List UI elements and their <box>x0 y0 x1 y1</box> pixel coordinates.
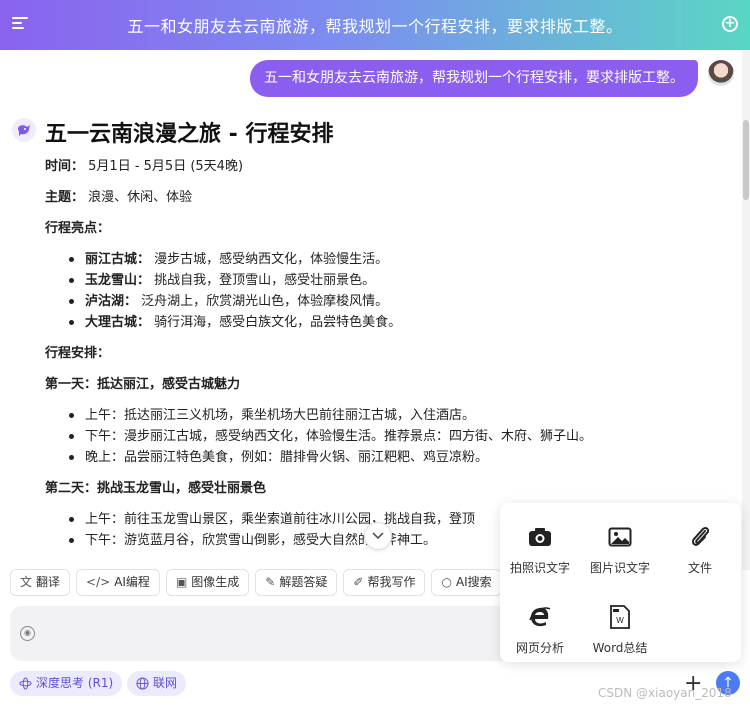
highlight-desc: 挑战自我，登顶雪山，感受壮丽景色。 <box>154 273 376 288</box>
list-item: 晚上：品尝丽江特色美食，例如：腊排骨火锅、丽江粑粑、鸡豆凉粉。 <box>67 447 735 468</box>
attachment-popup: 拍照识文字 图片识文字 文件 网页分析 W Word总结 <box>500 503 741 662</box>
highlight-name: 丽江古城： <box>85 252 151 267</box>
highlight-name: 泸沽湖： <box>85 294 138 309</box>
picture-icon <box>608 527 632 547</box>
answer-theme: 主题： 浪漫、休闲、体验 <box>45 187 735 208</box>
photo-ocr-option[interactable]: 拍照识文字 <box>500 521 580 576</box>
highlight-name: 玉龙雪山： <box>85 273 151 288</box>
schedule-label: 行程安排： <box>45 346 111 361</box>
translate-button[interactable]: 文翻译 <box>10 569 71 596</box>
user-message-bubble: 五一和女朋友去云南旅游，帮我规划一个行程安排，要求排版工整。 <box>250 60 698 97</box>
code-icon: </> <box>86 575 111 589</box>
file-label: 文件 <box>687 561 712 575</box>
problem-solving-button[interactable]: ✎ 解题答疑 <box>255 569 338 596</box>
answer-time: 时间： 5月1日 - 5月5日 (5天4晚) <box>45 156 735 177</box>
time-value: 5月1日 - 5月5日 (5天4晚) <box>88 159 244 174</box>
highlight-name: 大理古城： <box>85 315 151 330</box>
image-ocr-option[interactable]: 图片识文字 <box>580 521 660 576</box>
globe-icon <box>136 677 149 690</box>
image-generation-label: 图像生成 <box>191 575 240 589</box>
ai-coding-label: AI编程 <box>114 575 150 589</box>
watermark: CSDN @xiaoyan_2018 <box>598 686 732 700</box>
image-ocr-label: 图片识文字 <box>589 561 650 575</box>
menu-icon[interactable] <box>12 17 28 31</box>
svg-text:W: W <box>616 616 624 625</box>
web-analysis-option[interactable]: 网页分析 <box>500 601 580 656</box>
scroll-down-button[interactable] <box>364 522 392 550</box>
ai-search-label: AI搜索 <box>455 575 492 589</box>
list-item: 丽江古城： 漫步古城，感受纳西文化，体验慢生活。 <box>67 249 735 270</box>
search-icon: ○ <box>441 575 452 589</box>
writing-label: 帮我写作 <box>367 575 416 589</box>
highlight-desc: 漫步古城，感受纳西文化，体验慢生活。 <box>154 252 389 267</box>
time-label: 时间： <box>45 159 85 174</box>
list-item: 玉龙雪山： 挑战自我，登顶雪山，感受壮丽景色。 <box>67 270 735 291</box>
day1-title: 第一天：抵达丽江，感受古城魅力 <box>45 377 241 392</box>
word-document-icon: W <box>610 605 630 629</box>
list-item: 大理古城： 骑行洱海，感受白族文化，品尝特色美食。 <box>67 312 735 333</box>
theme-value: 浪漫、休闲、体验 <box>88 190 193 205</box>
translate-icon: 文 <box>20 575 33 589</box>
day2-title: 第二天：挑战玉龙雪山，感受壮丽景色 <box>45 481 267 496</box>
ai-search-button[interactable]: ○ AI搜索 <box>431 569 502 596</box>
list-item: 泸沽湖： 泛舟湖上，欣赏湖光山色，体验摩梭风情。 <box>67 291 735 312</box>
problem-solving-label: 解题答疑 <box>279 575 328 589</box>
answer-icon: ✎ <box>265 575 276 589</box>
web-search-toggle[interactable]: 联网 <box>127 671 187 696</box>
highlights-heading: 行程亮点： <box>45 218 735 239</box>
deep-think-label: 深度思考 (R1) <box>36 676 114 690</box>
voice-icon[interactable]: ◉ <box>20 626 35 641</box>
deep-think-toggle[interactable]: 深度思考 (R1) <box>10 671 123 696</box>
message-input[interactable] <box>44 620 494 648</box>
top-bar: 五一和女朋友去云南旅游，帮我规划一个行程安排，要求排版工整。 + <box>0 0 750 50</box>
list-item: 上午：抵达丽江三义机场，乘坐机场大巴前往丽江古城，入住酒店。 <box>67 405 735 426</box>
theme-label: 主题： <box>45 190 85 205</box>
web-label: 联网 <box>153 676 178 690</box>
user-avatar <box>708 60 734 86</box>
schedule-heading: 行程安排： <box>45 343 735 364</box>
translate-label: 翻译 <box>36 575 61 589</box>
image-icon: ▣ <box>175 575 188 589</box>
browser-e-icon <box>529 607 551 627</box>
day1-list: 上午：抵达丽江三义机场，乘坐机场大巴前往丽江古城，入住酒店。 下午：漫步丽江古城… <box>67 405 735 468</box>
day2-heading: 第二天：挑战玉龙雪山，感受壮丽景色 <box>45 478 735 499</box>
chevron-down-icon <box>372 532 384 540</box>
atom-icon <box>19 677 32 690</box>
conversation-title: 五一和女朋友去云南旅游，帮我规划一个行程安排，要求排版工整。 <box>127 17 623 36</box>
scrollbar[interactable] <box>742 50 750 570</box>
scrollbar-thumb[interactable] <box>743 120 749 200</box>
highlights-list: 丽江古城： 漫步古城，感受纳西文化，体验慢生活。 玉龙雪山： 挑战自我，登顶雪山… <box>67 249 735 333</box>
web-analysis-label: 网页分析 <box>515 641 564 655</box>
day1-heading: 第一天：抵达丽江，感受古城魅力 <box>45 374 735 395</box>
photo-ocr-label: 拍照识文字 <box>509 561 570 575</box>
pen-icon: ✐ <box>353 575 364 589</box>
writing-button[interactable]: ✐ 帮我写作 <box>343 569 426 596</box>
file-option[interactable]: 文件 <box>660 521 740 576</box>
assistant-logo-icon <box>18 125 30 136</box>
quick-tools-toolbar: 文翻译 </> AI编程 ▣ 图像生成 ✎ 解题答疑 ✐ 帮我写作 ○ AI搜索 <box>10 569 502 596</box>
word-summary-option[interactable]: W Word总结 <box>580 601 660 656</box>
image-generation-button[interactable]: ▣ 图像生成 <box>165 569 250 596</box>
highlights-label: 行程亮点： <box>45 221 111 236</box>
list-item: 下午：漫步丽江古城，感受纳西文化，体验慢生活。推荐景点：四方街、木府、狮子山。 <box>67 426 735 447</box>
highlight-desc: 泛舟湖上，欣赏湖光山色，体验摩梭风情。 <box>141 294 389 309</box>
highlight-desc: 骑行洱海，感受白族文化，品尝特色美食。 <box>154 315 402 330</box>
camera-icon <box>529 528 551 546</box>
assistant-answer: 五一云南浪漫之旅 - 行程安排 时间： 5月1日 - 5月5日 (5天4晚) 主… <box>45 120 735 561</box>
new-chat-icon[interactable]: + <box>722 16 738 32</box>
answer-title: 五一云南浪漫之旅 - 行程安排 <box>45 122 334 147</box>
ai-coding-button[interactable]: </> AI编程 <box>76 569 160 596</box>
word-summary-label: Word总结 <box>592 641 648 655</box>
paperclip-icon <box>691 526 710 546</box>
assistant-avatar <box>12 118 36 142</box>
